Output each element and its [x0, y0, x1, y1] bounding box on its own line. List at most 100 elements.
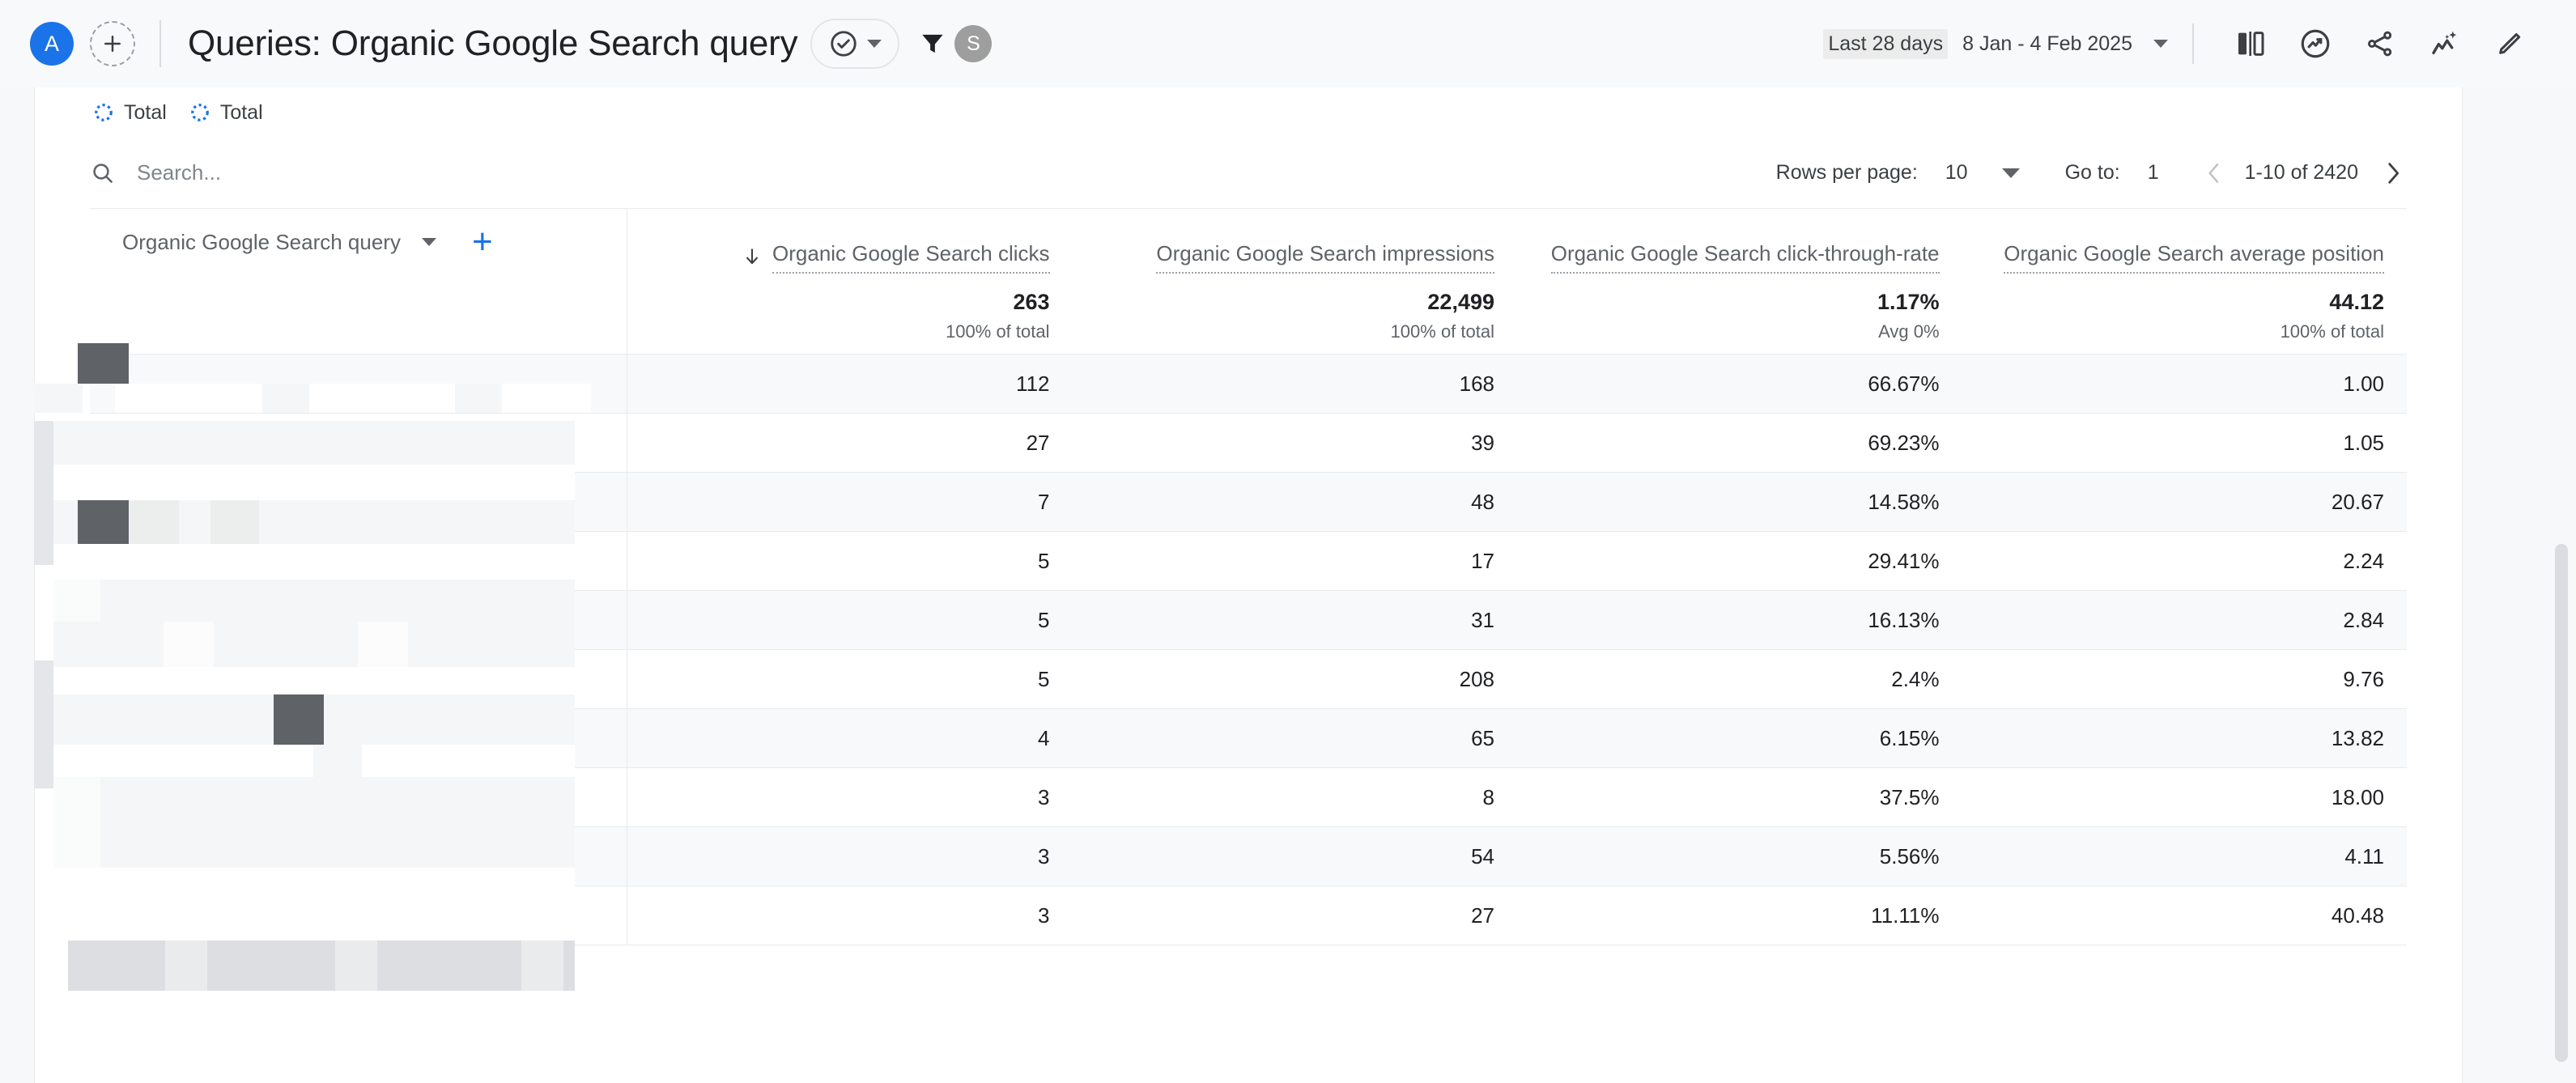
- date-range-selector[interactable]: Last 28 days 8 Jan - 4 Feb 2025: [1823, 28, 2168, 59]
- chevron-down-icon[interactable]: [421, 238, 436, 246]
- table-row[interactable]: 3 8 37.5% 18.00: [90, 768, 2407, 827]
- chevron-down-icon: [867, 40, 882, 48]
- row-dimension-cell: [90, 414, 627, 472]
- summary-subtext: 100% of total: [2280, 321, 2384, 342]
- goto-page-input[interactable]: 1: [2148, 161, 2159, 185]
- summary-cell-ctr: 1.17% Avg 0%: [1517, 278, 1962, 354]
- metric-column-header-impressions[interactable]: Organic Google Search impressions: [1073, 209, 1518, 278]
- account-avatar-initial: A: [44, 31, 59, 56]
- row-ctr: 2.4%: [1891, 666, 1940, 691]
- comparison-chips: Total Total: [35, 87, 2462, 138]
- metric-header-label: Organic Google Search clicks: [772, 241, 1050, 274]
- account-avatar[interactable]: A: [30, 22, 74, 66]
- row-clicks: 3: [1038, 843, 1050, 869]
- row-ctr: 16.13%: [1868, 607, 1940, 632]
- chevron-left-icon: [2208, 163, 2218, 183]
- date-range-value: 8 Jan - 4 Feb 2025: [1962, 32, 2132, 55]
- row-impressions: 17: [1471, 548, 1494, 573]
- table-row[interactable]: 27 39 69.23% 1.05: [90, 414, 2407, 473]
- metric-column-header-avg-position[interactable]: Organic Google Search average position: [1962, 209, 2408, 278]
- comparison-chip-label: Total: [219, 100, 263, 124]
- row-impressions: 168: [1459, 371, 1494, 396]
- metric-header-label: Organic Google Search average position: [2004, 241, 2384, 274]
- search-and-pagination-row: Search... Rows per page: 10 Go to: 1 1-1…: [90, 138, 2407, 209]
- search-box[interactable]: Search...: [90, 160, 221, 186]
- validity-chip[interactable]: [810, 19, 900, 69]
- summary-value: 44.12: [2329, 290, 2384, 314]
- row-impressions: 39: [1471, 430, 1494, 455]
- ai-explore-button[interactable]: [2426, 25, 2463, 62]
- summary-value: 263: [1013, 290, 1050, 314]
- segment-avatar-initial: S: [967, 32, 980, 55]
- plus-icon: [104, 36, 121, 52]
- share-icon: [2368, 31, 2392, 57]
- row-avg-position: 2.84: [2343, 607, 2384, 632]
- comparison-chip[interactable]: Total: [93, 101, 167, 125]
- data-table: Organic Google Search query + Organic Go…: [35, 209, 2462, 945]
- row-dimension-cell: [90, 591, 627, 649]
- chevron-down-icon: [2153, 40, 2168, 48]
- top-bar-right: Last 28 days 8 Jan - 4 Feb 2025: [1823, 23, 2542, 64]
- row-avg-position: 18.00: [2331, 784, 2384, 809]
- rows-per-page-value[interactable]: 10: [1945, 161, 1968, 185]
- row-impressions: 48: [1471, 489, 1494, 514]
- summary-dimension-cell: [90, 278, 627, 354]
- metric-header-label: Organic Google Search click-through-rate: [1550, 241, 1940, 274]
- share-button[interactable]: [2361, 25, 2399, 62]
- compare-panels-icon: [2238, 32, 2264, 56]
- report-card: Total Total Search... Rows per page: 10 …: [34, 87, 2463, 1083]
- row-dimension-cell: [90, 473, 627, 531]
- previous-page-button[interactable]: [2201, 160, 2227, 186]
- next-page-button[interactable]: [2379, 159, 2407, 187]
- edit-pencil-icon: [2499, 33, 2521, 54]
- goto-label: Go to:: [2064, 161, 2120, 184]
- table-row[interactable]: 5 17 29.41% 2.24: [90, 532, 2407, 591]
- summary-cell-avg-position: 44.12 100% of total: [1962, 278, 2408, 354]
- table-row[interactable]: 3 27 11.11% 40.48: [90, 886, 2407, 945]
- edit-button[interactable]: [2491, 25, 2528, 62]
- row-impressions: 65: [1471, 725, 1494, 750]
- summary-cell-clicks: 263 100% of total: [627, 278, 1073, 354]
- summary-cell-impressions: 22,499 100% of total: [1073, 278, 1518, 354]
- row-ctr: 6.15%: [1879, 725, 1940, 750]
- segment-avatar[interactable]: S: [954, 25, 993, 62]
- filter-button[interactable]: [917, 28, 948, 59]
- search-input[interactable]: Search...: [137, 160, 221, 185]
- compare-panels-button[interactable]: [2232, 25, 2269, 62]
- table-row[interactable]: 4 65 6.15% 13.82: [90, 709, 2407, 768]
- comparison-chip[interactable]: Total: [189, 101, 263, 125]
- chevron-down-icon[interactable]: [2001, 168, 2020, 178]
- table-row[interactable]: 5 208 2.4% 9.76: [90, 650, 2407, 709]
- pagination-controls: Rows per page: 10 Go to: 1 1-10 of 2420: [1776, 159, 2407, 187]
- dimension-column-header[interactable]: Organic Google Search query +: [90, 209, 627, 278]
- table-row[interactable]: 5 31 16.13% 2.84: [90, 591, 2407, 650]
- summary-value: 22,499: [1427, 290, 1494, 314]
- check-circle-icon: [831, 31, 857, 57]
- metric-column-header-ctr[interactable]: Organic Google Search click-through-rate: [1517, 209, 1962, 278]
- row-avg-position: 20.67: [2331, 489, 2384, 514]
- row-clicks: 7: [1038, 489, 1050, 514]
- top-bar: A Queries: Organic Google Search query S…: [0, 0, 2576, 87]
- row-avg-position: 1.05: [2343, 430, 2384, 455]
- add-dimension-button[interactable]: +: [472, 223, 493, 259]
- ai-sparkle-chart-icon: [2432, 31, 2457, 55]
- row-avg-position: 13.82: [2331, 725, 2384, 750]
- row-impressions: 8: [1482, 784, 1494, 809]
- insights-button[interactable]: [2297, 25, 2334, 62]
- row-ctr: 5.56%: [1879, 843, 1940, 869]
- metric-header-label: Organic Google Search impressions: [1156, 241, 1494, 274]
- summary-subtext: 100% of total: [946, 321, 1050, 342]
- table-row[interactable]: 7 48 14.58% 20.67: [90, 473, 2407, 532]
- chevron-right-icon: [2388, 162, 2400, 184]
- metric-column-header-clicks[interactable]: Organic Google Search clicks: [627, 209, 1073, 278]
- table-row[interactable]: 3 54 5.56% 4.11: [90, 827, 2407, 886]
- add-account-button[interactable]: [90, 21, 135, 66]
- summary-value: 1.17%: [1877, 290, 1940, 314]
- header-divider: [159, 20, 161, 67]
- table-row[interactable]: 112 168 66.67% 1.00: [90, 355, 2407, 414]
- summary-subtext: 100% of total: [1390, 321, 1494, 342]
- row-ctr: 11.11%: [1871, 902, 1940, 928]
- row-impressions: 31: [1471, 607, 1494, 632]
- row-ctr: 14.58%: [1868, 489, 1940, 514]
- vertical-scrollbar[interactable]: [2555, 544, 2568, 1062]
